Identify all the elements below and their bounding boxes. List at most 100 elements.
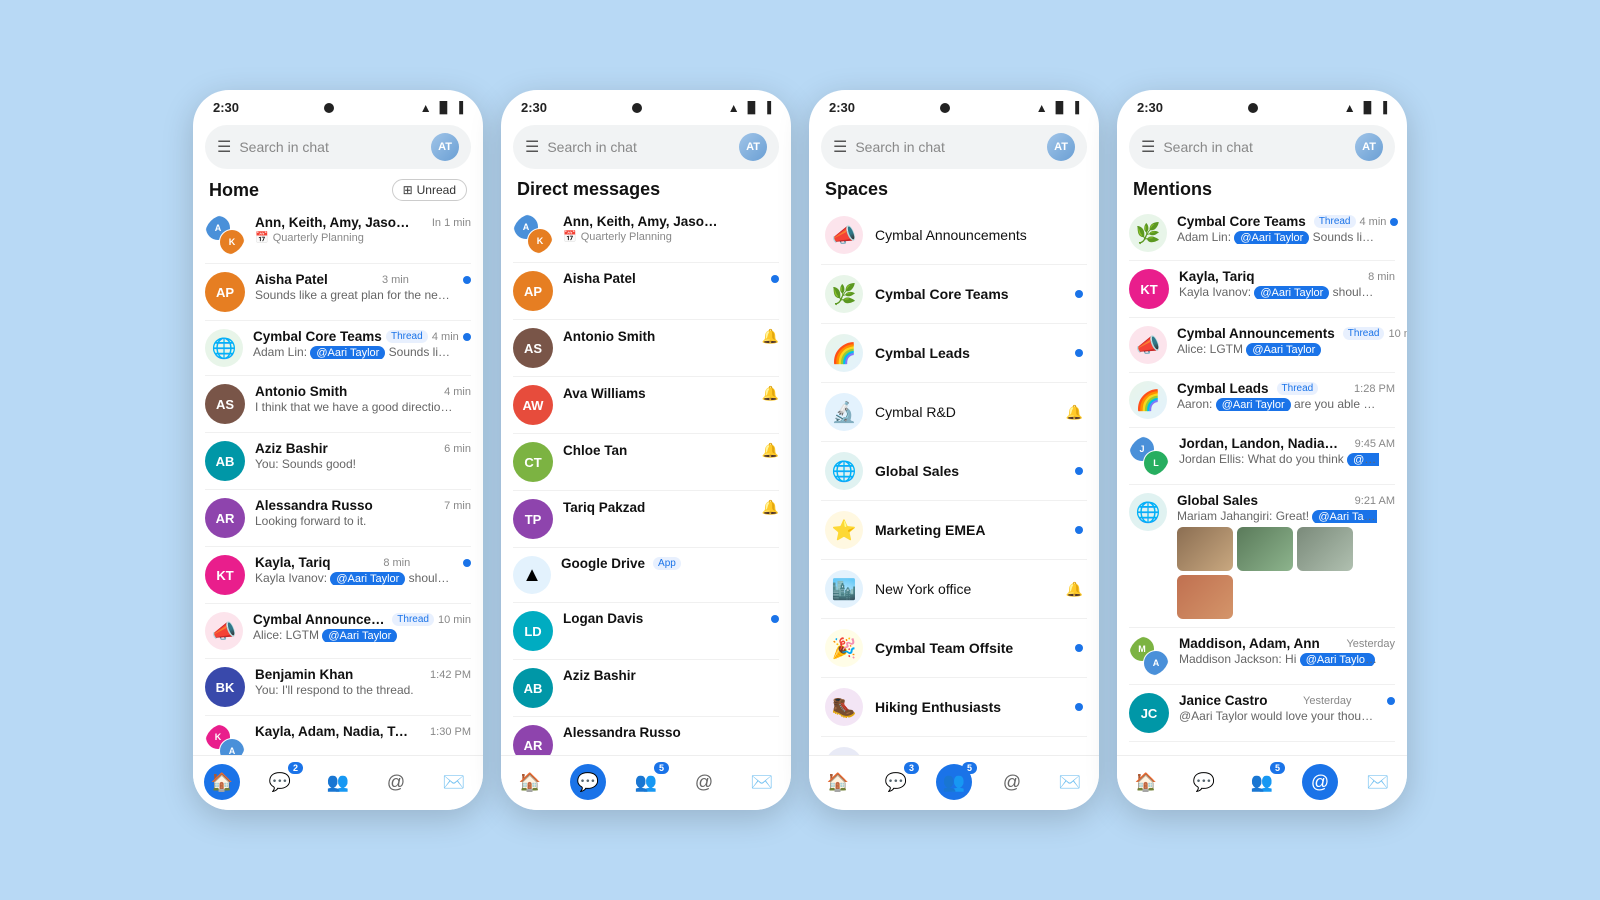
signal-icon: ▐▌ bbox=[436, 102, 452, 114]
nav-item-1[interactable]: 💬 bbox=[559, 764, 617, 800]
menu-icon[interactable]: ☰ bbox=[525, 137, 539, 157]
list-item[interactable]: 🏙️New York office🔔 bbox=[809, 560, 1099, 618]
search-bar[interactable]: ☰ Search in chat AT bbox=[1129, 125, 1395, 169]
list-item[interactable]: 🌐Global Sales9:21 AMMariam Jahangiri: Gr… bbox=[1117, 485, 1407, 627]
list-item[interactable]: 🎉Cymbal Team Offsite bbox=[809, 619, 1099, 677]
list-item[interactable]: 🌈Cymbal Leads bbox=[809, 324, 1099, 382]
list-item[interactable]: ⭐Marketing EMEA bbox=[809, 501, 1099, 559]
list-item[interactable]: 📣Cymbal AnnouncementsThread10 minAlice: … bbox=[193, 604, 483, 658]
list-item[interactable]: 🌿Cymbal Core TeamsThread4 minAdam Lin: @… bbox=[1117, 206, 1407, 260]
list-item[interactable]: 🌿Cymbal Core Teams bbox=[809, 265, 1099, 323]
unread-filter-button[interactable]: ⊞Unread bbox=[392, 179, 467, 201]
user-avatar[interactable]: AT bbox=[1047, 133, 1075, 161]
nav-item-4[interactable]: ✉️ bbox=[1349, 764, 1407, 800]
search-input[interactable]: Search in chat bbox=[1163, 139, 1347, 155]
list-item[interactable]: MAMaddison, Adam, AnnYesterdayMaddison J… bbox=[1117, 628, 1407, 684]
list-item[interactable]: KTKayla, Tariq8 minKayla Ivanov: @Aari T… bbox=[1117, 261, 1407, 317]
list-item[interactable]: AWAva Williams🔔 bbox=[501, 377, 791, 433]
phone-mentions: 2:30 ▲ ▐▌ ▐ ☰Search in chatATMentions🌿Cy… bbox=[1117, 90, 1407, 810]
user-avatar[interactable]: AT bbox=[431, 133, 459, 161]
list-item[interactable]: LDLogan Davis bbox=[501, 603, 791, 659]
list-item[interactable]: 🔬Cymbal R&D🔔 bbox=[809, 383, 1099, 441]
camera-icon bbox=[324, 103, 334, 113]
mentions-list: 🌿Cymbal Core TeamsThread4 minAdam Lin: @… bbox=[1117, 206, 1407, 755]
nav-item-0[interactable]: 🏠 bbox=[501, 764, 559, 800]
search-input[interactable]: Search in chat bbox=[855, 139, 1039, 155]
chat-content: Kayla, Adam, Nadia, Tariq1:30 PM bbox=[255, 724, 471, 740]
list-item[interactable]: ARAlessandra Russo7 minLooking forward t… bbox=[193, 490, 483, 546]
list-item[interactable]: 🌐Global Sales bbox=[809, 442, 1099, 500]
search-bar[interactable]: ☰ Search in chat AT bbox=[821, 125, 1087, 169]
list-item[interactable]: ASAntonio Smith🔔 bbox=[501, 320, 791, 376]
nav-item-0[interactable]: 🏠 bbox=[1117, 764, 1175, 800]
list-item[interactable]: KTKayla, Tariq8 minKayla Ivanov: @Aari T… bbox=[193, 547, 483, 603]
search-input[interactable]: Search in chat bbox=[547, 139, 731, 155]
list-item[interactable]: ARAlessandra Russo bbox=[501, 717, 791, 755]
menu-icon[interactable]: ☰ bbox=[833, 137, 847, 157]
chat-header: Cymbal AnnouncementsThread10 min bbox=[253, 612, 471, 627]
list-item[interactable]: ▲Google DriveApp bbox=[501, 548, 791, 602]
nav-item-3[interactable]: @ bbox=[367, 764, 425, 800]
list-item[interactable]: ASAntonio Smith4 minI think that we have… bbox=[193, 376, 483, 432]
user-avatar[interactable]: AT bbox=[739, 133, 767, 161]
chat-header: Cymbal LeadsThread1:28 PM bbox=[1177, 381, 1395, 396]
nav-item-2[interactable]: 5👥 bbox=[617, 764, 675, 800]
list-item[interactable]: AKAnn, Keith, Amy, Jason...In 1 min📅Quar… bbox=[193, 207, 483, 263]
chat-name: Kayla, Adam, Nadia, Tariq bbox=[255, 724, 415, 739]
nav-item-1[interactable]: 💬 bbox=[1175, 764, 1233, 800]
list-item[interactable]: APAisha Patel bbox=[501, 263, 791, 319]
page-title-row: Direct messages bbox=[501, 177, 791, 206]
nav-item-2[interactable]: 5👥 bbox=[1233, 764, 1291, 800]
status-time: 2:30 bbox=[829, 100, 855, 115]
space-icon: 👁️ bbox=[825, 747, 863, 755]
list-item[interactable]: JCJanice CastroYesterday@Aari Taylor wou… bbox=[1117, 685, 1407, 741]
list-item[interactable]: KAKayla, Adam, Nadia, Tariq1:30 PM bbox=[193, 716, 483, 755]
list-item[interactable]: 🌈Cymbal LeadsThread1:28 PMAaron: @Aari T… bbox=[1117, 373, 1407, 427]
user-avatar[interactable]: AT bbox=[1355, 133, 1383, 161]
nav-item-2[interactable]: 5👥 bbox=[925, 764, 983, 800]
list-item[interactable]: 👁️Market & Trends Watch bbox=[809, 737, 1099, 755]
chat-preview: You: Sounds good! bbox=[255, 457, 455, 471]
chat-preview: Kayla Ivanov: @Aari Taylor should lead..… bbox=[1179, 285, 1379, 299]
search-bar[interactable]: ☰ Search in chat AT bbox=[513, 125, 779, 169]
list-item[interactable]: CTChloe Tan🔔 bbox=[501, 434, 791, 490]
list-item[interactable]: AKAnn, Keith, Amy, Jason...📅Quarterly Pl… bbox=[501, 206, 791, 262]
list-item[interactable]: 📣Cymbal Announcements bbox=[809, 206, 1099, 264]
nav-item-1[interactable]: 2💬 bbox=[251, 764, 309, 800]
list-item[interactable]: ABAziz Bashir6 minYou: Sounds good! bbox=[193, 433, 483, 489]
list-item[interactable]: 🌐Cymbal Core TeamsThread4 minAdam Lin: @… bbox=[193, 321, 483, 375]
nav-item-3[interactable]: @ bbox=[675, 764, 733, 800]
space-icon: 📣 bbox=[825, 216, 863, 254]
list-item[interactable]: APAisha Patel3 minSounds like a great pl… bbox=[193, 264, 483, 320]
menu-icon[interactable]: ☰ bbox=[1141, 137, 1155, 157]
nav-item-3[interactable]: @ bbox=[983, 764, 1041, 800]
status-icons: ▲ ▐▌ ▐ bbox=[728, 101, 771, 115]
avatar: AP bbox=[205, 272, 245, 312]
nav-item-0[interactable]: 🏠 bbox=[193, 764, 251, 800]
list-item[interactable]: TPTariq Pakzad🔔 bbox=[501, 491, 791, 547]
list-item[interactable]: 🥾Hiking Enthusiasts bbox=[809, 678, 1099, 736]
unread-dot bbox=[1387, 697, 1395, 705]
nav-item-4[interactable]: ✉️ bbox=[1041, 764, 1099, 800]
nav-item-3[interactable]: @ bbox=[1291, 764, 1349, 800]
nav-item-4[interactable]: ✉️ bbox=[425, 764, 483, 800]
nav-icon-4: ✉️ bbox=[1360, 764, 1396, 800]
chat-header: Ann, Keith, Amy, Jason... bbox=[563, 214, 779, 229]
list-item[interactable]: ABAziz Bashir bbox=[501, 660, 791, 716]
chat-content: Maddison, Adam, AnnYesterdayMaddison Jac… bbox=[1179, 636, 1395, 666]
chat-content: Antonio Smith4 minI think that we have a… bbox=[255, 384, 471, 414]
space-name: Marketing EMEA bbox=[875, 522, 1059, 538]
nav-item-2[interactable]: 👥 bbox=[309, 764, 367, 800]
nav-icon-0: 🏠 bbox=[512, 764, 548, 800]
list-item[interactable]: 📣Cymbal AnnouncementsThread10 minAlice: … bbox=[1117, 318, 1407, 372]
nav-item-1[interactable]: 3💬 bbox=[867, 764, 925, 800]
nav-item-0[interactable]: 🏠 bbox=[809, 764, 867, 800]
list-item[interactable]: JLJordan, Landon, Nadia, Asante9:45 AMJo… bbox=[1117, 428, 1407, 484]
search-input[interactable]: Search in chat bbox=[239, 139, 423, 155]
menu-icon[interactable]: ☰ bbox=[217, 137, 231, 157]
phone-spaces: 2:30 ▲ ▐▌ ▐ ☰Search in chatATSpaces📣Cymb… bbox=[809, 90, 1099, 810]
search-bar[interactable]: ☰ Search in chat AT bbox=[205, 125, 471, 169]
chat-header: Aisha Patel3 min bbox=[255, 272, 471, 287]
nav-item-4[interactable]: ✉️ bbox=[733, 764, 791, 800]
list-item[interactable]: BKBenjamin Khan1:42 PMYou: I'll respond … bbox=[193, 659, 483, 715]
